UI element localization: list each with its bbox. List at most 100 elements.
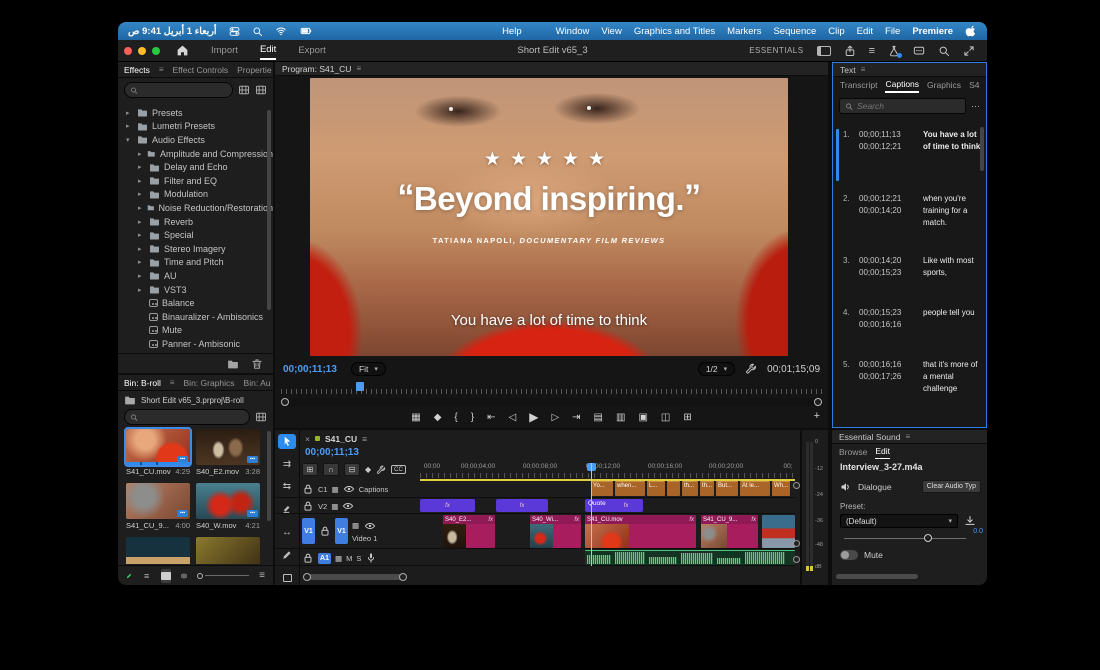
clip-name[interactable]: S40_W.mov: [196, 521, 236, 530]
caption-in-timecode[interactable]: 00;00;14;20: [859, 256, 901, 265]
tree-label[interactable]: Mute: [162, 325, 182, 335]
solo-track-button[interactable]: S: [356, 554, 361, 563]
add-marker-icon[interactable]: ◆: [434, 412, 442, 423]
selection-tool[interactable]: [278, 434, 296, 449]
chevron-right-icon[interactable]: ▸: [138, 177, 145, 185]
caption-out-timecode[interactable]: 00;00;15;23: [859, 268, 901, 277]
step-forward-icon[interactable]: ▷: [551, 412, 559, 423]
search-bin-icon[interactable]: [255, 411, 267, 423]
tree-item[interactable]: Balance: [118, 296, 273, 310]
bin-clip[interactable]: ▪▪▪ S41_CU.mov4:29: [126, 429, 190, 476]
caption-text[interactable]: You have a lot of time to think: [923, 129, 983, 153]
sequence-tab[interactable]: × S41_CU ≡: [305, 432, 367, 445]
playhead-line[interactable]: [591, 463, 592, 566]
snap-magnet-icon[interactable]: ∩: [323, 463, 339, 476]
apple-logo-icon[interactable]: [965, 25, 977, 37]
freeform-view-icon[interactable]: [181, 570, 187, 582]
sort-icon[interactable]: ≡: [259, 570, 265, 581]
track-name[interactable]: V2: [318, 502, 327, 511]
caption-clip[interactable]: L...: [647, 481, 665, 496]
gain-slider-knob[interactable]: [924, 534, 932, 542]
menu-view[interactable]: View: [601, 26, 621, 37]
nest-toggle-icon[interactable]: ⊞: [302, 463, 318, 476]
caption-out-timecode[interactable]: 00;00;12;21: [859, 142, 901, 151]
menu-window[interactable]: Window: [556, 26, 590, 37]
chevron-down-icon[interactable]: ▾: [126, 136, 133, 144]
tree-item[interactable]: ▸Amplitude and Compression: [118, 147, 273, 161]
panel-menu-icon[interactable]: ≡: [362, 434, 367, 444]
workspace-layout-icon[interactable]: [817, 46, 831, 56]
tree-label[interactable]: Filter and EQ: [164, 176, 217, 186]
lock-icon[interactable]: [302, 483, 314, 495]
caption-out-timecode[interactable]: 00;00;16;16: [859, 320, 901, 329]
close-window-button[interactable]: [124, 47, 132, 55]
audio-clip[interactable]: [585, 550, 795, 565]
caption-clip[interactable]: when...: [615, 481, 645, 496]
bin-clip[interactable]: [196, 537, 260, 564]
multicam-icon[interactable]: ⊞: [683, 412, 691, 423]
captions-visibility-icon[interactable]: CC: [391, 465, 406, 474]
comparison-view-icon[interactable]: ◫: [661, 412, 670, 423]
tab-edit-sound[interactable]: Edit: [875, 444, 890, 459]
timeline-settings-wrench-icon[interactable]: [376, 465, 386, 475]
panel-menu-icon[interactable]: ≡: [159, 65, 164, 74]
tab-export[interactable]: Export: [298, 42, 325, 59]
workspaces-menu-icon[interactable]: ≡: [869, 45, 875, 57]
scrub-bar[interactable]: [126, 462, 190, 465]
tab-captions[interactable]: Captions: [885, 77, 919, 93]
track-targeting-icon[interactable]: ▦: [331, 502, 338, 511]
clip-name[interactable]: S41_CU.mov: [126, 467, 171, 476]
menu-premiere[interactable]: Premiere: [912, 26, 953, 37]
tree-label[interactable]: Time and Pitch: [164, 257, 224, 267]
essential-sound-scrollbar[interactable]: [836, 574, 918, 579]
tree-label[interactable]: Audio Effects: [152, 135, 205, 145]
linked-selection-icon[interactable]: ⊟: [344, 463, 360, 476]
video-clip[interactable]: S40_E2...fx: [443, 515, 495, 548]
tab-bin-audio[interactable]: Bin: Au: [244, 378, 271, 388]
video-clip[interactable]: [762, 515, 795, 548]
tree-label[interactable]: VST3: [164, 285, 187, 295]
graphic-clip[interactable]: fx: [420, 499, 475, 512]
tree-item[interactable]: ▸VST3: [118, 283, 273, 297]
caption-text[interactable]: people tell you: [923, 307, 983, 319]
new-custom-bin-icon[interactable]: [227, 358, 239, 370]
voiceover-mic-icon[interactable]: [365, 552, 377, 564]
bin-scrollbar[interactable]: [267, 431, 271, 521]
go-to-in-icon[interactable]: ⇤: [487, 412, 495, 423]
text-panel-title[interactable]: Text: [840, 65, 856, 75]
tree-item[interactable]: ▸Delay and Echo: [118, 160, 273, 174]
play-icon[interactable]: ▶: [529, 410, 538, 424]
timeline-ruler[interactable]: 00;00 00;00;04;00 00;00;08;00 00;00;12;0…: [420, 463, 795, 478]
effects-scrollbar[interactable]: [267, 110, 271, 310]
track-targeting-icon[interactable]: ▦: [352, 521, 359, 530]
video-track-label[interactable]: Video 1: [352, 534, 377, 543]
caption-clip[interactable]: th...: [682, 481, 698, 496]
tree-item[interactable]: ▸Reverb: [118, 215, 273, 229]
navigate-up-folder-icon[interactable]: [124, 394, 136, 406]
save-preset-icon[interactable]: [964, 515, 976, 527]
caption-clip[interactable]: th...: [700, 481, 714, 496]
panel-menu-icon[interactable]: ≡: [170, 378, 175, 387]
clip-name[interactable]: S40_E2.mov: [196, 467, 239, 476]
essential-sound-title[interactable]: Essential Sound: [839, 432, 900, 442]
chevron-right-icon[interactable]: ▸: [126, 109, 133, 117]
hand-tool[interactable]: [278, 570, 296, 585]
program-monitor-title[interactable]: Program: S41_CU: [282, 64, 351, 74]
current-timecode[interactable]: 00;00;11;13: [283, 364, 337, 375]
panel-menu-icon[interactable]: ≡: [861, 65, 866, 74]
thumbnail-view-icon[interactable]: [161, 569, 171, 583]
track-select-forward-tool[interactable]: ⇉: [278, 457, 296, 472]
chevron-right-icon[interactable]: ▸: [138, 204, 143, 212]
caption-text[interactable]: that it's more of a mental challenge: [923, 359, 983, 395]
menu-edit[interactable]: Edit: [857, 26, 873, 37]
tab-properties[interactable]: Propertie: [237, 65, 272, 75]
menubar-clock[interactable]: أربعاء 1 أبريل 9:41 ص: [128, 26, 217, 37]
quick-export-icon[interactable]: [844, 45, 856, 57]
tree-label[interactable]: Panner - Ambisonic: [162, 339, 240, 349]
track-resize-knob[interactable]: [793, 540, 800, 547]
tree-item[interactable]: ▸Lumetri Presets: [118, 120, 273, 134]
gain-value[interactable]: 0.0: [973, 528, 983, 535]
settings-wrench-icon[interactable]: [745, 363, 757, 375]
source-patch-v1[interactable]: V1: [302, 518, 315, 544]
tree-item[interactable]: ▸Modulation: [118, 188, 273, 202]
